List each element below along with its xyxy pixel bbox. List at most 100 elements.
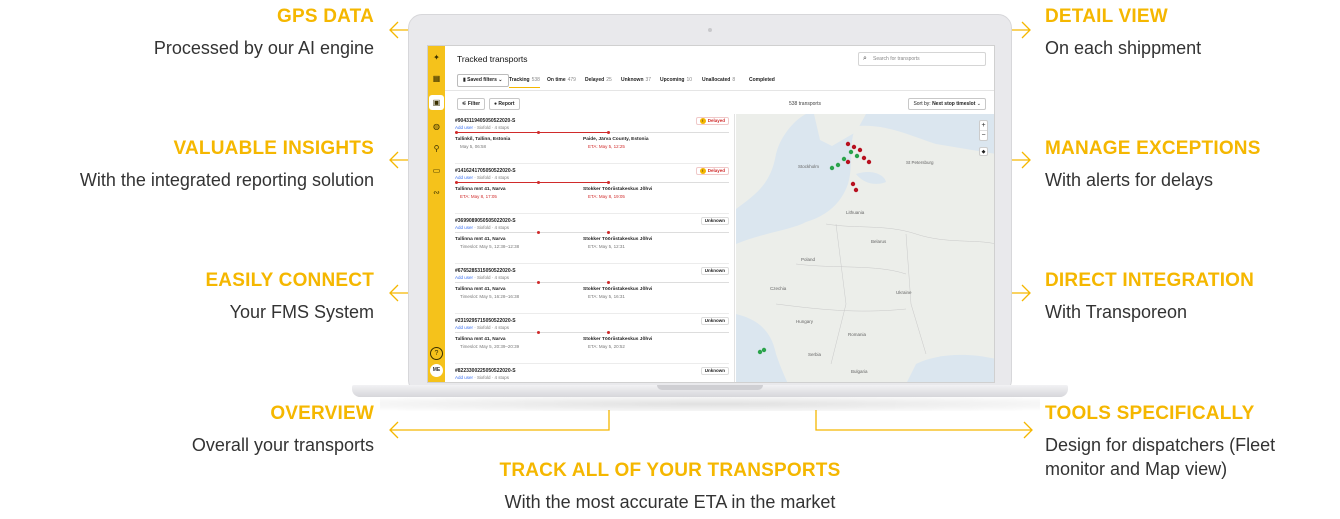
- transport-meta: Add user · Sixfold · 4 stops: [455, 375, 510, 380]
- progress-dot: [537, 131, 540, 134]
- progress-track: [455, 231, 729, 234]
- origin: Tallinna mnt 41, Narva: [455, 287, 506, 292]
- tab-label: Tracking: [509, 77, 530, 83]
- grid-icon[interactable]: ▦: [431, 73, 442, 84]
- map-label: Belarus: [871, 239, 887, 244]
- sort-dropdown[interactable]: Sort by: Next stop timeslot ⌄: [908, 98, 986, 110]
- truck-icon[interactable]: ▭: [431, 165, 442, 176]
- tab-count: 479: [567, 77, 576, 83]
- zoom-out-button[interactable]: −: [980, 130, 987, 140]
- search-input[interactable]: ⌕ Search for transports: [858, 52, 986, 66]
- tab-tracking[interactable]: Tracking 538: [509, 77, 540, 88]
- zoom-controls: + −: [979, 120, 988, 141]
- laptop-lid: ✦ ▦ ▣ ◍ ⚲ ▭ ∾ ? ME Tracked transports ⌕ …: [408, 14, 1012, 394]
- camera-dot: [708, 28, 712, 32]
- tracking-app: ✦ ▦ ▣ ◍ ⚲ ▭ ∾ ? ME Tracked transports ⌕ …: [428, 46, 994, 382]
- report-button[interactable]: ● Report: [489, 98, 520, 110]
- box-icon[interactable]: ▣: [429, 95, 444, 110]
- transport-card[interactable]: #2319295715050522020-S Add user · Sixfol…: [455, 314, 729, 364]
- page-title: Tracked transports: [457, 54, 528, 64]
- transport-card[interactable]: #9043119405050522020-S Add user · Sixfol…: [455, 114, 729, 164]
- laptop-notch: [657, 385, 763, 390]
- destination-eta: ETA: May 5, 16:31: [588, 294, 625, 299]
- bookmark-icon: ▮: [463, 77, 466, 83]
- help-icon[interactable]: ?: [430, 347, 443, 360]
- transport-count: 538 transports: [789, 101, 821, 107]
- tab-label: Unknown: [621, 77, 644, 83]
- transport-meta: Add user · Sixfold · 4 stops: [455, 125, 510, 130]
- add-user-link[interactable]: Add user: [455, 125, 473, 130]
- filter-button[interactable]: ⚟ Filter: [457, 98, 486, 110]
- zoom-in-button[interactable]: +: [980, 121, 987, 130]
- origin-time: Timeslot: May 5, 20:39–20:39: [460, 344, 520, 349]
- tab-on-time[interactable]: On time 479: [547, 77, 576, 83]
- transport-id: #8223300225050522020-S: [455, 368, 516, 374]
- tab-label: Unallocated: [702, 77, 731, 83]
- transport-id: #3699089050505022020-S: [455, 218, 516, 224]
- tab-count: 10: [686, 77, 693, 83]
- origin: Tallinna mnt 41, Narva: [455, 187, 506, 192]
- tab-label: Completed: [749, 77, 775, 83]
- arrow-gps: [389, 21, 409, 39]
- origin: Tallinkíl, Tallinn, Estonia: [455, 137, 511, 142]
- laptop-screen: ✦ ▦ ▣ ◍ ⚲ ▭ ∾ ? ME Tracked transports ⌕ …: [427, 45, 995, 383]
- route-icon[interactable]: ∾: [431, 187, 442, 198]
- progress-dot: [607, 231, 610, 234]
- tab-unallocated[interactable]: Unallocated 8: [702, 77, 735, 83]
- carrier: Sixfold: [477, 275, 491, 280]
- map-view[interactable]: + − ◆ Stockholm St Petersburg Lithuania …: [736, 114, 994, 382]
- transport-id: #6765285315050522020-S: [455, 268, 516, 274]
- origin: Tallinna mnt 41, Narva: [455, 237, 506, 242]
- filter-label: Filter: [467, 101, 481, 107]
- progress-track: [455, 281, 729, 284]
- map-label: St Petersburg: [906, 160, 934, 165]
- sort-prefix: Sort by:: [913, 101, 931, 107]
- add-user-link[interactable]: Add user: [455, 325, 473, 330]
- transport-card[interactable]: #6765285315050522020-S Add user · Sixfol…: [455, 264, 729, 314]
- destination: Stokker Tööriistakeskus Jõhvi: [583, 337, 653, 342]
- location-icon[interactable]: ⚲: [431, 143, 442, 154]
- transport-meta: Add user · Sixfold · 4 stops: [455, 225, 510, 230]
- transport-card[interactable]: #1416241705050522020-S Add user · Sixfol…: [455, 164, 729, 214]
- add-user-link[interactable]: Add user: [455, 275, 473, 280]
- logo-icon[interactable]: ✦: [431, 52, 442, 63]
- avatar[interactable]: ME: [430, 364, 443, 377]
- transport-card[interactable]: #8223300225050522020-S Add user · Sixfol…: [455, 364, 729, 382]
- filter-icon: ⚟: [462, 101, 467, 107]
- transport-card[interactable]: #3699089050505022020-S Add user · Sixfol…: [455, 214, 729, 264]
- destination: Stokker Tööriistakeskus Jõhvi: [583, 237, 653, 242]
- carrier: Sixfold: [477, 175, 491, 180]
- destination: Stokker Tööriistakeskus Jõhvi: [583, 187, 653, 192]
- progress-dot: [537, 331, 540, 334]
- tab-label: Delayed: [585, 77, 605, 83]
- transport-list[interactable]: #9043119405050522020-S Add user · Sixfol…: [445, 114, 735, 382]
- saved-filters-label: Saved filters: [467, 77, 497, 83]
- transport-id: #9043119405050522020-S: [455, 118, 516, 124]
- progress-track: [455, 181, 729, 184]
- globe-icon[interactable]: ◍: [431, 121, 442, 132]
- tab-unknown[interactable]: Unknown 37: [621, 77, 651, 83]
- saved-filters-dropdown[interactable]: ▮ Saved filters ⌄: [457, 74, 509, 87]
- tab-completed[interactable]: Completed: [749, 77, 775, 83]
- origin-time: May 5, 06:58: [460, 144, 487, 149]
- stops: 4 stops: [494, 125, 510, 130]
- tab-delayed[interactable]: Delayed 25: [585, 77, 612, 83]
- arrow-insights: [389, 151, 409, 169]
- layers-icon[interactable]: ◆: [979, 147, 988, 156]
- arrow-tools: [815, 410, 1033, 439]
- tab-label: Upcoming: [660, 77, 685, 83]
- tab-upcoming[interactable]: Upcoming 10: [660, 77, 692, 83]
- carrier: Sixfold: [477, 325, 491, 330]
- add-user-link[interactable]: Add user: [455, 225, 473, 230]
- origin-time: Timeslot: May 5, 16:28–16:38: [460, 294, 520, 299]
- status-label: Delayed: [707, 168, 725, 173]
- map-label: Romania: [848, 332, 867, 337]
- status-badge: Unknown: [700, 267, 729, 275]
- warning-icon: !: [699, 118, 706, 124]
- arrow-detail: [1012, 21, 1031, 39]
- carrier: Sixfold: [477, 125, 491, 130]
- divider: [445, 90, 994, 91]
- tab-count: 25: [606, 77, 612, 83]
- add-user-link[interactable]: Add user: [455, 375, 473, 380]
- add-user-link[interactable]: Add user: [455, 175, 473, 180]
